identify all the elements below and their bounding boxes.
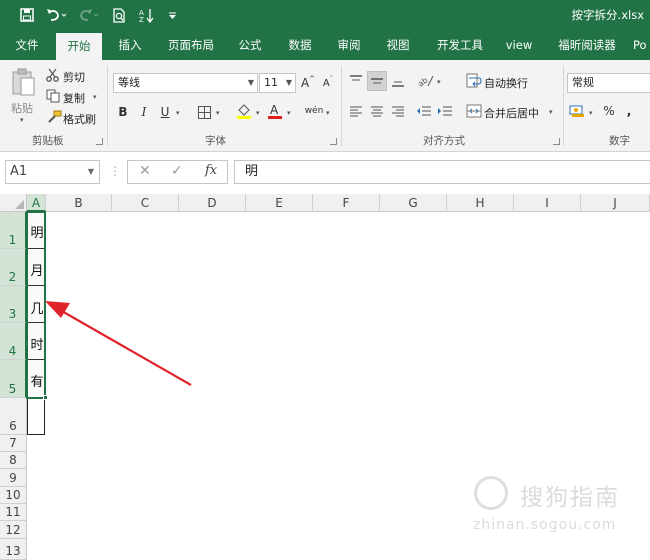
- watermark-logo: [474, 476, 508, 510]
- watermark-brand: 搜狗指南: [520, 485, 620, 511]
- watermark-url: zhinan.sogou.com: [473, 517, 617, 533]
- annotation-arrow: [45, 301, 192, 386]
